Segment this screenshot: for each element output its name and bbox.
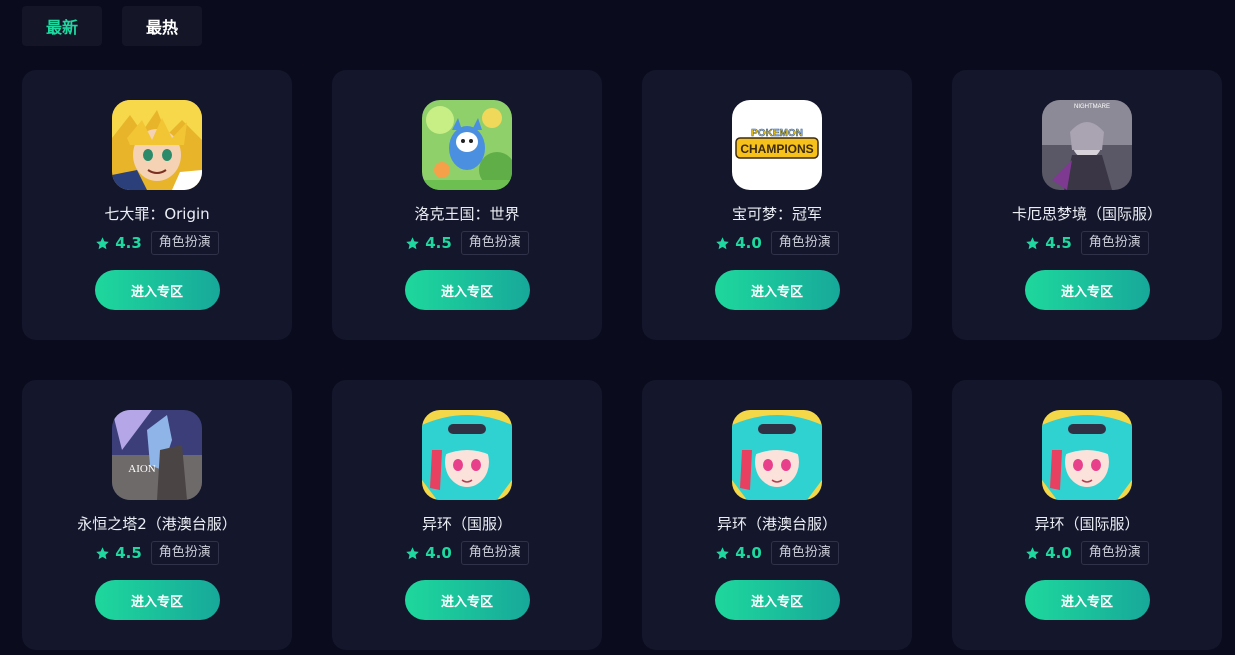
game-name: 卡厄思梦境（国际服）	[1011, 205, 1162, 223]
icon-main-text: AION	[128, 463, 156, 475]
enter-zone-button[interactable]: 进入专区	[1024, 580, 1150, 620]
genre-tag: 角色扮演	[150, 541, 219, 565]
rating-value: 4.3	[115, 234, 142, 252]
genre-tag: 角色扮演	[770, 231, 839, 255]
game-meta: 4.0 角色扮演	[715, 540, 839, 566]
chaos-zero-nightmare-icon[interactable]: NIGHTMARE	[1042, 100, 1132, 190]
roco-kingdom-icon[interactable]	[422, 100, 512, 190]
icon-main-text: CHAMPIONS	[740, 142, 813, 156]
game-card: 异环（国际服） 4.0 角色扮演 进入专区	[952, 380, 1222, 650]
rating-value: 4.0	[1045, 544, 1072, 562]
genre-tag: 角色扮演	[150, 231, 219, 255]
enter-zone-button[interactable]: 进入专区	[404, 270, 530, 310]
rating-value: 4.0	[425, 544, 452, 562]
seven-deadly-sins-icon[interactable]	[112, 100, 202, 190]
sort-tabs: 最新 最热	[22, 6, 202, 46]
genre-tag: 角色扮演	[1080, 541, 1149, 565]
rating: 4.5	[1025, 234, 1072, 252]
game-name: 洛克王国：世界	[414, 205, 520, 223]
enter-zone-button[interactable]: 进入专区	[94, 270, 220, 310]
neverness-to-everness-icon[interactable]	[1042, 410, 1132, 500]
rating: 4.0	[405, 544, 452, 562]
rating-value: 4.5	[425, 234, 452, 252]
enter-zone-button[interactable]: 进入专区	[714, 580, 840, 620]
rating: 4.5	[95, 544, 142, 562]
game-meta: 4.5 角色扮演	[95, 540, 219, 566]
star-icon	[96, 236, 109, 249]
game-card: 洛克王国：世界 4.5 角色扮演 进入专区	[332, 70, 602, 340]
game-name: 异环（国际服）	[1034, 515, 1140, 533]
genre-tag: 角色扮演	[460, 231, 529, 255]
rating-value: 4.5	[115, 544, 142, 562]
game-card: 七大罪：Origin 4.3 角色扮演 进入专区	[22, 70, 292, 340]
game-meta: 4.0 角色扮演	[1025, 540, 1149, 566]
game-name: 永恒之塔2（港澳台服）	[77, 515, 237, 533]
star-icon	[1026, 236, 1039, 249]
neverness-to-everness-icon[interactable]	[422, 410, 512, 500]
rating: 4.0	[715, 234, 762, 252]
rating-value: 4.5	[1045, 234, 1072, 252]
game-card: 异环（国服） 4.0 角色扮演 进入专区	[332, 380, 602, 650]
star-icon	[716, 546, 729, 559]
neverness-to-everness-icon[interactable]	[732, 410, 822, 500]
game-name: 七大罪：Origin	[104, 205, 210, 223]
game-name: 异环（港澳台服）	[716, 515, 837, 533]
genre-tag: 角色扮演	[1080, 231, 1149, 255]
tab-hottest[interactable]: 最热	[122, 6, 202, 46]
rating: 4.0	[1025, 544, 1072, 562]
game-card: 异环（港澳台服） 4.0 角色扮演 进入专区	[642, 380, 912, 650]
enter-zone-button[interactable]: 进入专区	[404, 580, 530, 620]
star-icon	[716, 236, 729, 249]
star-icon	[96, 546, 109, 559]
genre-tag: 角色扮演	[460, 541, 529, 565]
game-meta: 4.3 角色扮演	[95, 230, 219, 256]
genre-tag: 角色扮演	[770, 541, 839, 565]
enter-zone-button[interactable]: 进入专区	[94, 580, 220, 620]
icon-top-text: NIGHTMARE	[1074, 104, 1110, 110]
rating: 4.3	[95, 234, 142, 252]
game-meta: 4.5 角色扮演	[1025, 230, 1149, 256]
pokemon-champions-icon[interactable]: POKEMON CHAMPIONS	[732, 100, 822, 190]
rating-value: 4.0	[735, 234, 762, 252]
star-icon	[406, 546, 419, 559]
game-meta: 4.5 角色扮演	[405, 230, 529, 256]
game-meta: 4.0 角色扮演	[715, 230, 839, 256]
rating: 4.0	[715, 544, 762, 562]
star-icon	[1026, 546, 1039, 559]
rating-value: 4.0	[735, 544, 762, 562]
enter-zone-button[interactable]: 进入专区	[1024, 270, 1150, 310]
game-card: AION 永恒之塔2（港澳台服） 4.5 角色扮演 进入专区	[22, 380, 292, 650]
game-card: NIGHTMARE 卡厄思梦境（国际服） 4.5 角色扮演 进入专区	[952, 70, 1222, 340]
game-grid: 七大罪：Origin 4.3 角色扮演 进入专区 洛克王国：世界 4.5 角色扮…	[22, 70, 1222, 650]
star-icon	[406, 236, 419, 249]
game-name: 异环（国服）	[421, 515, 512, 533]
enter-zone-button[interactable]: 进入专区	[714, 270, 840, 310]
game-name: 宝可梦：冠军	[731, 205, 822, 223]
game-card: POKEMON CHAMPIONS 宝可梦：冠军 4.0 角色扮演 进入专区	[642, 70, 912, 340]
aion2-icon[interactable]: AION	[112, 410, 202, 500]
tab-newest[interactable]: 最新	[22, 6, 102, 46]
rating: 4.5	[405, 234, 452, 252]
game-meta: 4.0 角色扮演	[405, 540, 529, 566]
